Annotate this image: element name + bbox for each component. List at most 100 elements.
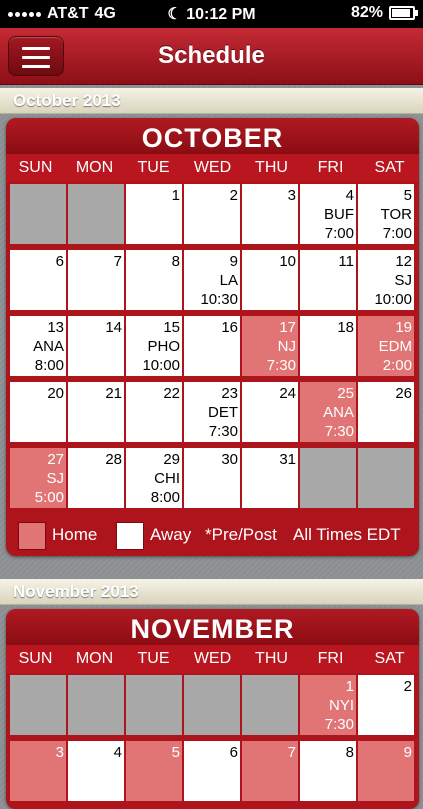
calendar-cell-empty — [68, 184, 124, 244]
clock: 10:12 PM — [186, 6, 256, 23]
day-number: 16 — [221, 319, 238, 336]
weekday-label: MON — [75, 650, 114, 667]
opponent-label: DET — [208, 404, 238, 421]
day-number: 22 — [163, 385, 180, 402]
calendar-day-cell: 6 — [184, 741, 240, 801]
calendar-day-cell: 24 — [242, 382, 298, 442]
calendar-cell-game[interactable]: 4 BUF 7:00 — [300, 184, 356, 244]
calendar-cell-game[interactable]: 19 EDM 2:00 — [358, 316, 414, 376]
day-number: 5 — [403, 187, 412, 204]
weekday-label: WED — [193, 159, 232, 176]
calendar-cell-empty — [358, 448, 414, 508]
day-number: 24 — [279, 385, 296, 402]
game-time: 10:00 — [142, 357, 180, 374]
calendar-day-cell: 4 — [68, 741, 124, 801]
month-section-header-november: November 2013 — [0, 579, 423, 605]
calendar-day-cell: 16 — [184, 316, 240, 376]
calendar-cell-game[interactable]: 9 LA 10:30 — [184, 250, 240, 310]
weekday-label: TUE — [137, 650, 170, 667]
game-time: 8:00 — [34, 357, 64, 374]
status-bar: AT&T 4G ☾ 10:12 PM 82% — [0, 0, 423, 28]
calendar-day-cell: 8 — [300, 741, 356, 801]
calendar-day-cell: 14 — [68, 316, 124, 376]
day-number: 9 — [229, 253, 238, 270]
opponent-label: NYI — [328, 697, 354, 714]
weekday-header: SUN MON TUE WED THU FRI SAT — [6, 154, 419, 182]
calendar-cell-game[interactable]: 27 SJ 5:00 — [10, 448, 66, 508]
opponent-label: SJ — [46, 470, 64, 487]
calendar-cell-game[interactable]: 29 CHI 8:00 — [126, 448, 182, 508]
page-title: Schedule — [158, 42, 265, 69]
calendar-cell-game[interactable]: 17 NJ 7:30 — [242, 316, 298, 376]
battery-percent: 82% — [350, 4, 383, 21]
weekday-header: SUN MON TUE WED THU FRI SAT — [6, 645, 419, 673]
calendar-cell-game[interactable]: 13 ANA 8:00 — [10, 316, 66, 376]
weekday-label: TUE — [137, 159, 170, 176]
opponent-label: ANA — [323, 404, 354, 421]
calendar-cell-empty — [10, 184, 66, 244]
calendar-cell-game[interactable]: 12 SJ 10:00 — [358, 250, 414, 310]
day-number: 31 — [279, 451, 296, 468]
day-number: 14 — [105, 319, 122, 336]
battery-icon — [389, 6, 418, 20]
calendar-cell-empty — [184, 675, 240, 735]
weekday-label: SAT — [374, 159, 405, 176]
calendar-day-cell: 6 — [10, 250, 66, 310]
legend-away-label: Away — [150, 525, 192, 544]
weekday-label: FRI — [317, 650, 344, 667]
calendar-day-cell: 31 — [242, 448, 298, 508]
calendar-day-cell: 30 — [184, 448, 240, 508]
day-number: 3 — [287, 187, 296, 204]
calendar-cell-game[interactable]: 25 ANA 7:30 — [300, 382, 356, 442]
opponent-label: PHO — [147, 338, 180, 355]
calendar-day-cell: 11 — [300, 250, 356, 310]
calendar-day-cell: 7 — [68, 250, 124, 310]
weekday-label: MON — [75, 159, 114, 176]
day-number: 1 — [345, 678, 354, 695]
game-time: 7:00 — [324, 225, 354, 242]
calendar-cell-game[interactable]: 15 PHO 10:00 — [126, 316, 182, 376]
home-swatch — [18, 522, 46, 550]
day-number: 8 — [345, 744, 354, 761]
calendar-cell-empty — [68, 675, 124, 735]
day-number: 3 — [55, 744, 64, 761]
game-time: 7:30 — [266, 357, 296, 374]
calendar-cell-empty — [126, 675, 182, 735]
calendar-day-cell: 10 — [242, 250, 298, 310]
day-number: 25 — [337, 385, 354, 402]
calendar-november: NOVEMBER SUN MON TUE WED THU FRI SAT 1 NYI 7:30 2… — [6, 609, 419, 809]
calendar-day-cell: 18 — [300, 316, 356, 376]
opponent-label: EDM — [378, 338, 412, 355]
game-time: 7:00 — [382, 225, 412, 242]
weekday-label: WED — [193, 650, 232, 667]
day-number: 17 — [279, 319, 296, 336]
day-number: 29 — [163, 451, 180, 468]
calendar-month-title: OCTOBER — [6, 118, 419, 154]
weekday-label: THU — [255, 159, 288, 176]
day-number: 28 — [105, 451, 122, 468]
calendar-day-cell: 7 — [242, 741, 298, 801]
calendar-cell-game[interactable]: 5 TOR 7:00 — [358, 184, 414, 244]
calendar-day-cell: 5 — [126, 741, 182, 801]
calendar-day-cell: 21 — [68, 382, 124, 442]
moon-icon: ☾ — [167, 6, 182, 23]
calendar-day-cell: 2 — [358, 675, 414, 735]
calendar-october: OCTOBER SUN MON TUE WED THU FRI SAT 1 2 3 4 BUF 7:0… — [6, 118, 419, 556]
day-number: 8 — [171, 253, 180, 270]
day-number: 9 — [403, 744, 412, 761]
game-time: 8:00 — [150, 489, 180, 506]
opponent-label: SJ — [394, 272, 412, 289]
calendar-day-cell: 2 — [184, 184, 240, 244]
calendar-grid: 1 NYI 7:30 2 3 4 5 6 7 8 9 — [6, 673, 419, 809]
opponent-label: LA — [219, 272, 238, 289]
calendar-day-cell: 1 — [126, 184, 182, 244]
calendar-day-cell: 8 — [126, 250, 182, 310]
calendar-cell-game[interactable]: 23 DET 7:30 — [184, 382, 240, 442]
day-number: 2 — [229, 187, 238, 204]
day-number: 30 — [221, 451, 238, 468]
calendar-month-title: NOVEMBER — [6, 609, 419, 645]
legend-times-label: All Times EDT — [293, 525, 401, 544]
day-number: 6 — [229, 744, 238, 761]
day-number: 2 — [403, 678, 412, 695]
calendar-cell-game[interactable]: 1 NYI 7:30 — [300, 675, 356, 735]
